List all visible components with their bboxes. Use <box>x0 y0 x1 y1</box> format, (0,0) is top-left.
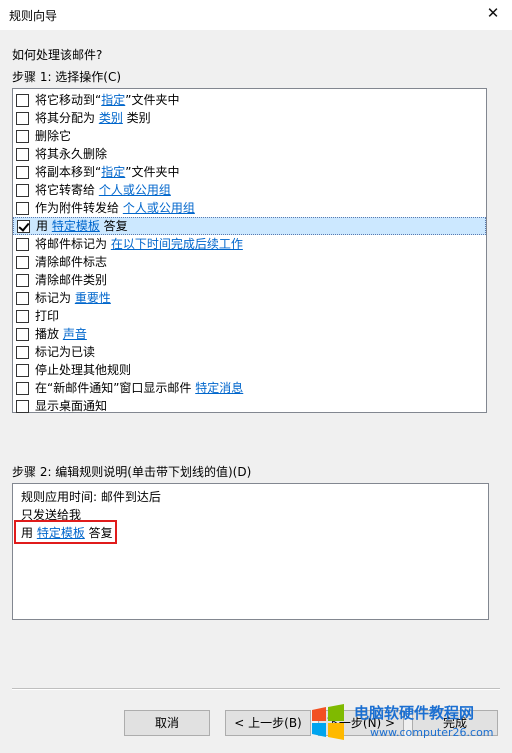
action-item[interactable]: 用 特定模板 答复 <box>13 217 486 235</box>
rule-description: 规则应用时间: 邮件到达后 只发送给我 用 特定模板 答复 <box>12 483 489 620</box>
action-item[interactable]: 标记为已读 <box>13 343 486 361</box>
watermark: 电脑软硬件教程网 www.computer26.com <box>300 688 512 753</box>
action-link[interactable]: 类别 <box>99 111 123 125</box>
action-item[interactable]: 作为附件转发给 个人或公用组 <box>13 199 486 217</box>
action-text-suffix: 答复 <box>99 219 128 233</box>
action-link[interactable]: 声音 <box>63 327 87 341</box>
cancel-button[interactable]: 取消 <box>124 710 210 736</box>
action-checkbox[interactable] <box>16 364 29 377</box>
action-text: 用 <box>36 219 52 233</box>
action-checkbox[interactable] <box>16 238 29 251</box>
action-text: 打印 <box>35 309 60 323</box>
step2-label: 步骤 2: 编辑规则说明(单击带下划线的值)(D) <box>12 465 252 479</box>
action-text-suffix: ”文件夹中 <box>125 93 180 107</box>
action-link[interactable]: 在以下时间完成后续工作 <box>111 237 243 251</box>
action-checkbox[interactable] <box>16 310 29 323</box>
action-text: 将邮件标记为 <box>35 237 111 251</box>
action-link[interactable]: 指定 <box>101 93 125 107</box>
action-checkbox[interactable] <box>17 220 30 233</box>
action-checkbox[interactable] <box>16 184 29 197</box>
action-text: 标记为 <box>35 291 75 305</box>
step1-label: 步骤 1: 选择操作(C) <box>12 70 122 84</box>
action-item[interactable]: 将副本移到“指定”文件夹中 <box>13 163 486 181</box>
action-item[interactable]: 将它移动到“指定”文件夹中 <box>13 91 486 109</box>
action-text: 将副本移到“ <box>35 165 102 179</box>
action-item[interactable]: 将其永久删除 <box>13 145 486 163</box>
title-bar: 规则向导 ✕ <box>0 0 512 30</box>
action-item[interactable]: 播放 声音 <box>13 325 486 343</box>
action-item[interactable]: 将它转寄给 个人或公用组 <box>13 181 486 199</box>
action-link[interactable]: 个人或公用组 <box>99 183 171 197</box>
action-text: 将其永久删除 <box>35 147 108 161</box>
action-link[interactable]: 指定 <box>101 165 125 179</box>
action-item[interactable]: 打印 <box>13 307 486 325</box>
windows-logo-icon <box>312 704 344 740</box>
action-checkbox[interactable] <box>16 292 29 305</box>
watermark-title: 电脑软硬件教程网 <box>354 704 475 722</box>
action-checkbox[interactable] <box>16 274 29 287</box>
action-text: 将它移动到“ <box>35 93 102 107</box>
close-icon[interactable]: ✕ <box>484 4 502 22</box>
highlight-box <box>14 520 117 544</box>
action-checkbox[interactable] <box>16 328 29 341</box>
action-text: 显示桌面通知 <box>35 399 108 413</box>
action-item[interactable]: 清除邮件标志 <box>13 253 486 271</box>
action-item[interactable]: 删除它 <box>13 127 486 145</box>
action-text: 将它转寄给 <box>35 183 99 197</box>
window-title: 规则向导 <box>9 9 58 23</box>
back-button[interactable]: < 上一步(B) <box>225 710 311 736</box>
action-checkbox[interactable] <box>16 112 29 125</box>
action-checkbox[interactable] <box>16 148 29 161</box>
action-text: 清除邮件标志 <box>35 255 108 269</box>
action-item[interactable]: 清除邮件类别 <box>13 271 486 289</box>
action-link[interactable]: 重要性 <box>75 291 111 305</box>
action-text: 标记为已读 <box>35 345 96 359</box>
action-list[interactable]: 将它移动到“指定”文件夹中 将其分配为 类别 类别 删除它 将其永久删除 将副本移到“指… <box>12 88 487 413</box>
action-text: 将其分配为 <box>35 111 99 125</box>
action-text: 删除它 <box>35 129 72 143</box>
action-link[interactable]: 个人或公用组 <box>123 201 195 215</box>
prompt-label: 如何处理该邮件? <box>12 48 103 62</box>
action-item[interactable]: 将邮件标记为 在以下时间完成后续工作 <box>13 235 486 253</box>
action-checkbox[interactable] <box>16 346 29 359</box>
action-checkbox[interactable] <box>16 400 29 413</box>
action-item[interactable]: 停止处理其他规则 <box>13 361 486 379</box>
action-checkbox[interactable] <box>16 382 29 395</box>
action-checkbox[interactable] <box>16 166 29 179</box>
action-checkbox[interactable] <box>16 256 29 269</box>
action-text: 在“新邮件通知”窗口显示邮件 <box>35 381 196 395</box>
action-link[interactable]: 特定消息 <box>195 381 243 395</box>
action-item[interactable]: 在“新邮件通知”窗口显示邮件 特定消息 <box>13 379 486 397</box>
action-item[interactable]: 标记为 重要性 <box>13 289 486 307</box>
action-text: 清除邮件类别 <box>35 273 108 287</box>
action-text: 播放 <box>35 327 63 341</box>
action-item[interactable]: 显示桌面通知 <box>13 397 486 415</box>
action-item[interactable]: 将其分配为 类别 类别 <box>13 109 486 127</box>
action-checkbox[interactable] <box>16 202 29 215</box>
action-checkbox[interactable] <box>16 94 29 107</box>
action-link[interactable]: 特定模板 <box>52 219 100 233</box>
action-text-suffix: ”文件夹中 <box>125 165 180 179</box>
watermark-url: www.computer26.com <box>370 726 494 739</box>
action-text: 作为附件转发给 <box>35 201 123 215</box>
action-text-suffix: 类别 <box>122 111 151 125</box>
desc-line-trigger: 规则应用时间: 邮件到达后 <box>21 490 161 504</box>
action-checkbox[interactable] <box>16 130 29 143</box>
action-text: 停止处理其他规则 <box>35 363 132 377</box>
